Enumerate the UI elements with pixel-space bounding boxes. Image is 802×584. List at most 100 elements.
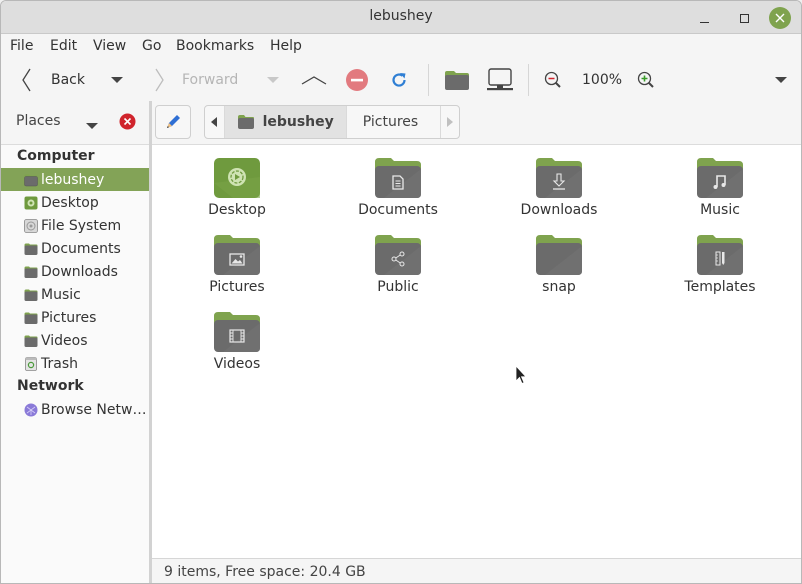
places-dropdown[interactable] — [86, 118, 98, 134]
back-history-dropdown[interactable] — [111, 59, 123, 101]
sidebar-item-documents[interactable]: Documents — [1, 237, 149, 260]
forward-arrow-icon — [155, 68, 164, 92]
back-button[interactable]: Back — [21, 59, 85, 101]
breadcrumb-label: Pictures — [362, 114, 419, 130]
menu-view[interactable]: View — [93, 38, 126, 54]
trash-icon — [25, 356, 37, 371]
sidebar-item-home[interactable]: lebushey — [1, 168, 149, 191]
menu-file[interactable]: File — [10, 38, 33, 54]
chevron-down-icon — [111, 77, 123, 83]
zoom-in-icon — [637, 71, 654, 88]
sidebar-item-videos[interactable]: Videos — [1, 329, 149, 352]
file-item-public[interactable]: Public — [318, 234, 478, 295]
maximize-button[interactable] — [733, 7, 755, 29]
chevron-left-icon — [211, 117, 218, 127]
close-button[interactable] — [769, 7, 791, 29]
mouse-cursor-icon — [515, 365, 527, 385]
toolbar: Back Forward 100% — [1, 59, 801, 101]
sidebar-item-music[interactable]: Music — [1, 283, 149, 306]
videos-folder-icon — [214, 312, 260, 352]
sidebar-item-browse-network[interactable]: Browse Netw… — [1, 398, 149, 421]
forward-button[interactable]: Forward — [153, 59, 238, 101]
breadcrumb-item[interactable]: lebushey — [223, 106, 346, 138]
file-item-music[interactable]: Music — [640, 157, 800, 218]
desktop-icon — [24, 196, 38, 209]
reload-icon — [392, 73, 406, 87]
chevron-down-icon — [86, 123, 98, 129]
drive-icon — [24, 218, 38, 233]
folder-icon — [24, 174, 38, 186]
file-item-downloads[interactable]: Downloads — [479, 157, 639, 218]
forward-history-dropdown[interactable] — [267, 59, 279, 101]
up-arrow-icon — [301, 76, 327, 85]
stop-button[interactable] — [346, 59, 368, 101]
file-item-videos[interactable]: Videos — [157, 311, 317, 372]
home-folder-icon — [237, 115, 254, 129]
sidebar-item-desktop[interactable]: Desktop — [1, 191, 149, 214]
file-name: Public — [377, 279, 419, 295]
sidebar-item-label: Documents — [41, 240, 121, 257]
menu-bookmarks[interactable]: Bookmarks — [176, 38, 254, 54]
toggle-location-entry-button[interactable] — [155, 105, 191, 139]
close-sidebar-button[interactable] — [119, 113, 136, 134]
toolbar-more-dropdown[interactable] — [775, 59, 787, 101]
folder-icon — [24, 335, 38, 347]
desktop-folder-icon — [214, 158, 260, 198]
places-sidebar: Computer lebushey Desktop File System Do… — [1, 144, 149, 583]
places-label[interactable]: Places — [16, 113, 61, 129]
downloads-folder-icon — [536, 158, 582, 198]
menu-go[interactable]: Go — [142, 38, 161, 54]
folder-icon — [24, 266, 38, 278]
sidebar-heading-network: Network — [17, 378, 84, 394]
computer-icon — [487, 68, 513, 91]
minimize-button[interactable] — [693, 7, 715, 29]
menu-help[interactable]: Help — [270, 38, 302, 54]
breadcrumb-item[interactable]: Pictures — [345, 106, 440, 138]
status-text: 9 items, Free space: 20.4 GB — [164, 564, 366, 580]
menu-edit[interactable]: Edit — [50, 38, 77, 54]
file-item-snap[interactable]: snap — [479, 234, 639, 295]
forward-label: Forward — [182, 72, 239, 88]
music-folder-icon — [697, 158, 743, 198]
minimize-icon — [699, 21, 709, 23]
toolbar-separator — [528, 64, 529, 96]
computer-button[interactable] — [487, 59, 513, 101]
sidebar-item-label: File System — [41, 217, 122, 234]
sidebar-item-downloads[interactable]: Downloads — [1, 260, 149, 283]
zoom-out-button[interactable] — [544, 59, 562, 101]
folder-icon — [536, 235, 582, 275]
sidebar-item-trash[interactable]: Trash — [1, 352, 149, 375]
sidebar-item-file-system[interactable]: File System — [1, 214, 149, 237]
stop-icon — [346, 69, 368, 91]
file-item-desktop[interactable]: Desktop — [157, 157, 317, 218]
folder-icon — [24, 243, 38, 255]
zoom-in-button[interactable] — [637, 59, 655, 101]
folder-icon — [24, 289, 38, 301]
breadcrumb-scroll-right[interactable] — [440, 106, 459, 138]
up-button[interactable] — [301, 59, 327, 101]
title-bar[interactable]: lebushey — [1, 1, 801, 34]
file-icon-view[interactable]: Desktop Documents Downloads Music Pictur… — [152, 144, 801, 558]
sidebar-item-label: Desktop — [41, 194, 99, 211]
file-item-templates[interactable]: Templates — [640, 234, 800, 295]
status-bar: 9 items, Free space: 20.4 GB — [152, 558, 801, 583]
home-button[interactable] — [444, 59, 470, 101]
sidebar-item-pictures[interactable]: Pictures — [1, 306, 149, 329]
breadcrumb: lebushey Pictures — [204, 105, 460, 139]
network-icon — [24, 403, 38, 416]
file-manager-window: lebushey File Edit View Go Bookmarks Hel… — [0, 0, 802, 584]
chevron-down-icon — [775, 77, 787, 83]
templates-folder-icon — [697, 235, 743, 275]
file-name: snap — [542, 279, 576, 295]
sidebar-item-label: Videos — [41, 332, 88, 349]
pencil-icon — [167, 115, 180, 128]
chevron-down-icon — [267, 77, 279, 83]
file-item-pictures[interactable]: Pictures — [157, 234, 317, 295]
file-item-documents[interactable]: Documents — [318, 157, 478, 218]
pictures-folder-icon — [214, 235, 260, 275]
breadcrumb-scroll-left[interactable] — [205, 106, 224, 138]
reload-button[interactable] — [390, 59, 408, 101]
folder-icon — [24, 312, 38, 324]
back-label: Back — [51, 72, 85, 88]
zoom-level[interactable]: 100% — [582, 59, 622, 101]
